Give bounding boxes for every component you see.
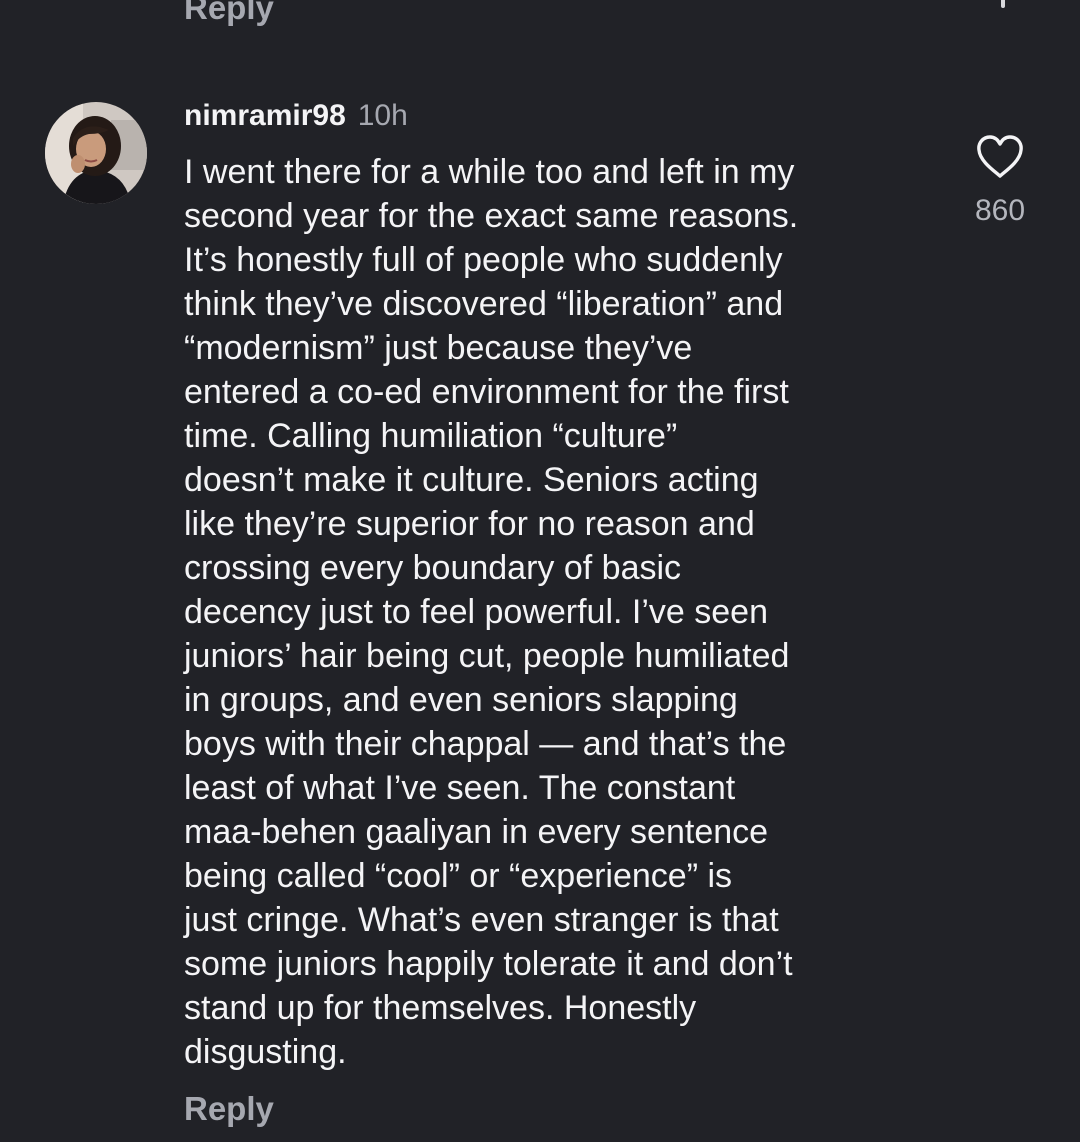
- comment-text-line: entered a co-ed environment for the firs…: [184, 373, 789, 411]
- comment-text-line: second year for the exact same reasons.: [184, 197, 799, 235]
- comment-text-line: crossing every boundary of basic: [184, 549, 682, 587]
- comment-text-line: like they’re superior for no reason and: [184, 505, 755, 543]
- comment-text-line: doesn’t make it culture. Seniors acting: [184, 461, 759, 499]
- comment-text: I went there for a while too and left in…: [184, 150, 944, 1074]
- like-button[interactable]: 860: [960, 134, 1040, 228]
- comment-text-line: just cringe. What’s even stranger is tha…: [184, 901, 779, 939]
- username[interactable]: nimramir98: [184, 99, 346, 133]
- comment-text-line: least of what I’ve seen. The constant: [184, 769, 736, 807]
- previous-like-icon-fragment: [1001, 0, 1005, 8]
- comment-text-line: being called “cool” or “experience” is: [184, 857, 733, 895]
- comment-text-line: maa-behen gaaliyan in every sentence: [184, 813, 769, 851]
- comment-text-line: juniors’ hair being cut, people humiliat…: [184, 637, 790, 675]
- like-count: 860: [974, 194, 1026, 227]
- reply-button-previous-comment[interactable]: Reply: [184, 0, 274, 28]
- comment-text-line: stand up for themselves. Honestly: [184, 989, 697, 1027]
- comment-header: nimramir98 10h: [184, 96, 408, 136]
- reply-button[interactable]: Reply: [184, 1089, 274, 1129]
- comment-text-line: “modernism” just because they’ve: [184, 329, 693, 367]
- timestamp: 10h: [357, 99, 408, 132]
- comment-text-line: time. Calling humiliation “culture”: [184, 417, 678, 455]
- comment-text-line: disgusting.: [184, 1033, 347, 1071]
- heart-outline-icon: [977, 135, 1023, 178]
- comment-text-line: some juniors happily tolerate it and don…: [184, 945, 793, 983]
- avatar[interactable]: [45, 102, 147, 204]
- comment-text-line: think they’ve discovered “liberation” an…: [184, 285, 784, 323]
- comment-text-line: I went there for a while too and left in…: [184, 153, 795, 191]
- comment-text-line: It’s honestly full of people who suddenl…: [184, 241, 783, 279]
- user-avatar-photo-icon: [45, 102, 147, 204]
- comment-text-line: in groups, and even seniors slapping: [184, 681, 738, 719]
- comment-text-line: decency just to feel powerful. I’ve seen: [184, 593, 768, 631]
- comment-text-line: boys with their chappal — and that’s the: [184, 725, 787, 763]
